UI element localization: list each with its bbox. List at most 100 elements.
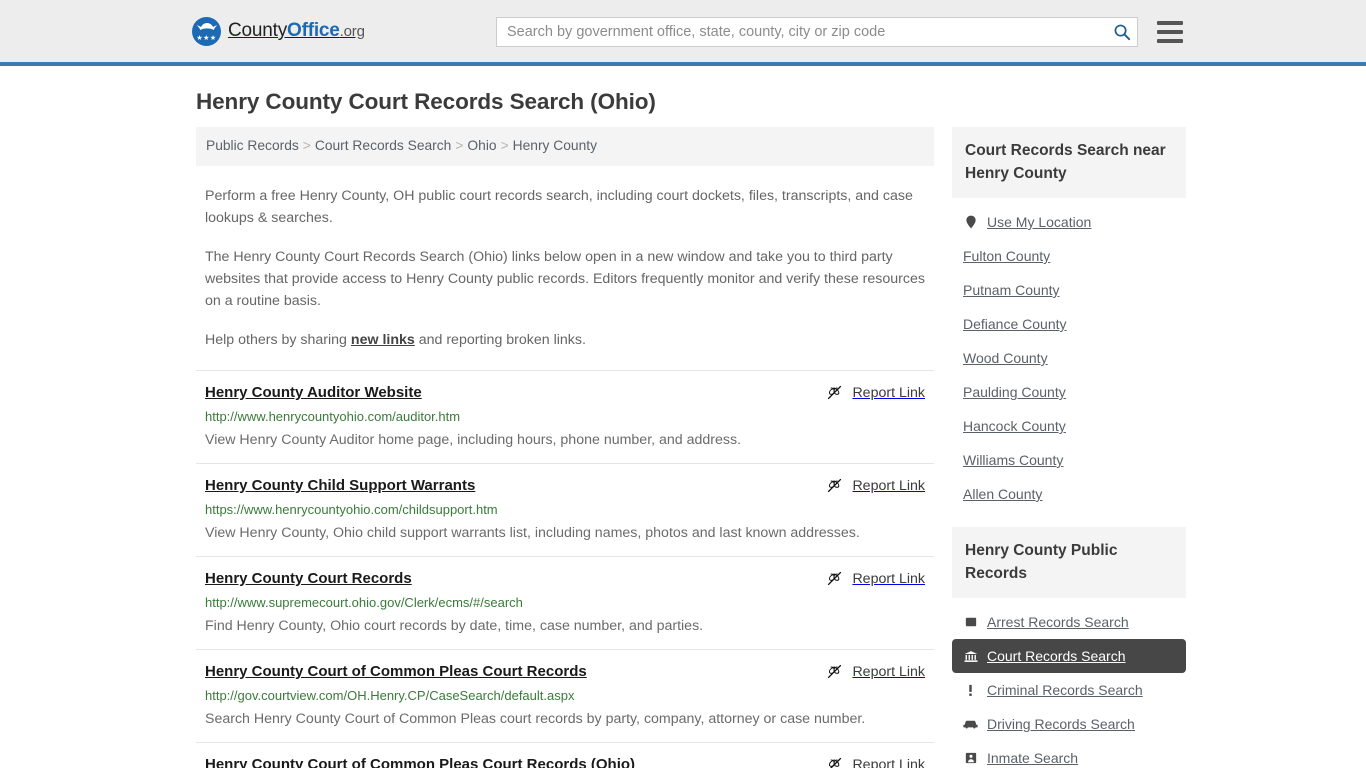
report-link-label: Report Link xyxy=(852,756,925,768)
report-link-label: Report Link xyxy=(852,663,925,680)
sidebar-item-label: Hancock County xyxy=(963,418,1066,434)
stars-glyph: ★★★ xyxy=(196,34,217,42)
hamburger-bar xyxy=(1157,30,1183,34)
broken-link-icon xyxy=(828,571,842,586)
resource-link-title[interactable]: Henry County Court Records xyxy=(205,569,412,589)
sidebar-item-label: Arrest Records Search xyxy=(987,614,1129,630)
broken-link-icon xyxy=(829,757,842,768)
content-columns: Public Records > Court Records Search > Ohio… xyxy=(196,127,1186,768)
sidebar-item-allen-county[interactable]: Allen County xyxy=(952,477,1186,511)
resource-link-description: View Henry County, Ohio child support wa… xyxy=(205,525,860,541)
eagle-glyph xyxy=(196,22,217,30)
search-box[interactable] xyxy=(496,17,1138,47)
list-item: Henry County Court Records Report Link h… xyxy=(196,556,934,649)
search-input[interactable] xyxy=(507,24,1113,40)
sidebar-item-defiance-county[interactable]: Defiance County xyxy=(952,307,1186,341)
sidebar-item-label: Fulton County xyxy=(963,248,1051,264)
sidebar-item-driving-records-search[interactable]: Driving Records Search xyxy=(952,707,1186,741)
logo-part-org: .org xyxy=(339,23,365,40)
link-row: Henry County Child Support Warrants Repo… xyxy=(205,476,934,496)
sidebar-item-criminal-records-search[interactable]: Criminal Records Search xyxy=(952,673,1186,707)
resource-link-url: http://gov.courtview.com/OH.Henry.CP/Cas… xyxy=(205,688,575,703)
report-link-label: Report Link xyxy=(852,384,925,401)
help-suffix: and reporting broken links. xyxy=(414,332,586,348)
search-icon[interactable] xyxy=(1113,23,1131,41)
sidebar-public-records-list: Arrest Records Search Court Records Sear… xyxy=(952,598,1186,768)
breadcrumb-separator: > xyxy=(455,138,464,153)
exclamation-icon xyxy=(963,683,978,698)
sidebar-item-label: Williams County xyxy=(963,452,1064,468)
report-link-button[interactable]: Report Link xyxy=(826,477,934,494)
hamburger-bar xyxy=(1157,39,1183,43)
sidebar-item-use-my-location[interactable]: Use My Location xyxy=(952,205,1186,239)
resource-link-description: Search Henry County Court of Common Plea… xyxy=(205,711,866,727)
report-link-button[interactable]: Report Link xyxy=(826,570,934,587)
report-link-label: Report Link xyxy=(852,570,925,587)
sidebar-item-label: Wood County xyxy=(963,350,1048,366)
resource-link-title[interactable]: Henry County Court of Common Pleas Court… xyxy=(205,662,587,682)
resource-link-url: https://www.henrycountyohio.com/childsup… xyxy=(205,502,498,517)
link-row: Henry County Auditor Website Report Link xyxy=(205,383,934,403)
logo-part-office: Office xyxy=(287,20,340,41)
sidebar-item-fulton-county[interactable]: Fulton County xyxy=(952,239,1186,273)
report-link-button[interactable]: Report Link xyxy=(826,756,934,768)
resource-link-title[interactable]: Henry County Court of Common Pleas Court… xyxy=(205,755,635,768)
hamburger-menu-icon[interactable] xyxy=(1157,21,1183,43)
resource-link-title[interactable]: Henry County Auditor Website xyxy=(205,383,422,403)
jail-person-icon xyxy=(963,751,978,766)
resource-link-description: View Henry County Auditor home page, inc… xyxy=(205,432,742,448)
sidebar-item-label: Defiance County xyxy=(963,316,1067,332)
report-link-button[interactable]: Report Link xyxy=(826,663,934,680)
report-link-button[interactable]: Report Link xyxy=(826,384,934,401)
sidebar-item-williams-county[interactable]: Williams County xyxy=(952,443,1186,477)
sidebar-item-label: Paulding County xyxy=(963,384,1066,400)
breadcrumb-item-henry-county[interactable]: Henry County xyxy=(513,138,597,153)
intro-paragraph-2: The Henry County Court Records Search (O… xyxy=(205,249,925,309)
broken-link-icon xyxy=(828,664,842,679)
breadcrumb-item-court-records-search[interactable]: Court Records Search xyxy=(315,138,452,153)
page-title: Henry County Court Records Search (Ohio) xyxy=(196,89,656,114)
main-column: Public Records > Court Records Search > Ohio… xyxy=(196,127,934,768)
sidebar-nearby-heading: Court Records Search near Henry County xyxy=(952,127,1186,198)
sidebar-item-label: Court Records Search xyxy=(987,648,1126,664)
sidebar-item-label: Use My Location xyxy=(987,214,1092,230)
sidebar-item-putnam-county[interactable]: Putnam County xyxy=(952,273,1186,307)
breadcrumb-separator: > xyxy=(302,138,311,153)
header-search-zone xyxy=(496,17,1183,47)
sidebar-item-arrest-records-search[interactable]: Arrest Records Search xyxy=(952,605,1186,639)
resource-link-url: http://www.henrycountyohio.com/auditor.h… xyxy=(205,409,461,424)
report-link-label: Report Link xyxy=(852,477,925,494)
resource-link-title[interactable]: Henry County Child Support Warrants xyxy=(205,476,475,496)
page-body: Henry County Court Records Search (Ohio)… xyxy=(0,89,1366,768)
logo-wordmark: CountyOffice.org xyxy=(228,20,365,42)
intro-text: Perform a free Henry County, OH public c… xyxy=(196,185,934,351)
breadcrumb-item-public-records[interactable]: Public Records xyxy=(206,138,299,153)
sidebar-item-inmate-search[interactable]: Inmate Search xyxy=(952,741,1186,768)
new-links-link[interactable]: new links xyxy=(351,332,415,348)
help-prefix: Help others by sharing xyxy=(205,332,351,348)
broken-link-icon xyxy=(828,385,842,400)
link-row: Henry County Court Records Report Link xyxy=(205,569,934,589)
site-logo[interactable]: ★★★ CountyOffice.org xyxy=(192,16,365,46)
sidebar-public-records-heading: Henry County Public Records xyxy=(952,527,1186,598)
map-pin-icon xyxy=(963,215,978,230)
sidebar-item-wood-county[interactable]: Wood County xyxy=(952,341,1186,375)
site-header: ★★★ CountyOffice.org xyxy=(0,0,1366,66)
sidebar-item-court-records-search[interactable]: Court Records Search xyxy=(952,639,1186,673)
breadcrumb-item-ohio[interactable]: Ohio xyxy=(467,138,496,153)
sidebar-item-label: Criminal Records Search xyxy=(987,682,1143,698)
eagle-seal-icon: ★★★ xyxy=(192,16,221,46)
link-row: Henry County Court of Common Pleas Court… xyxy=(205,662,934,682)
hamburger-bar xyxy=(1157,21,1183,25)
sidebar-item-hancock-county[interactable]: Hancock County xyxy=(952,409,1186,443)
sidebar-item-label: Allen County xyxy=(963,486,1043,502)
sidebar-item-paulding-county[interactable]: Paulding County xyxy=(952,375,1186,409)
car-icon xyxy=(963,717,978,732)
list-item: Henry County Court of Common Pleas Court… xyxy=(196,742,934,768)
list-item: Henry County Court of Common Pleas Court… xyxy=(196,649,934,742)
sidebar-item-label: Putnam County xyxy=(963,282,1060,298)
resource-link-description: Find Henry County, Ohio court records by… xyxy=(205,618,704,634)
intro-paragraph-1: Perform a free Henry County, OH public c… xyxy=(205,188,913,226)
